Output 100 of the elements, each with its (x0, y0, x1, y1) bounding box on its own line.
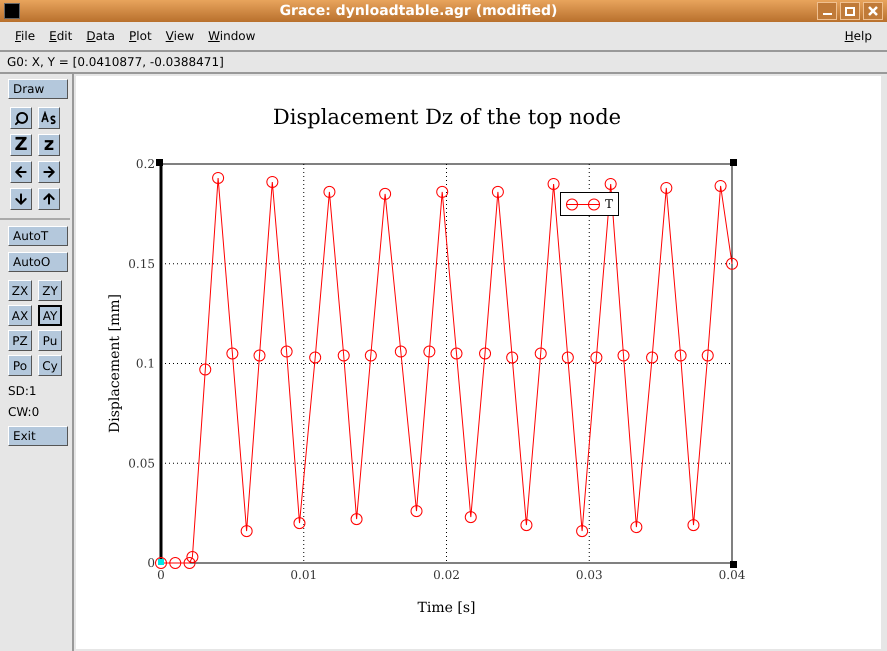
app-icon (4, 3, 20, 19)
point (520, 519, 532, 532)
origin-marker (158, 559, 164, 565)
point (590, 352, 602, 364)
x-axis-label: Time [s] (418, 600, 476, 616)
x-tick-label: 0.04 (718, 568, 746, 582)
y-tick-label: 0.15 (128, 256, 155, 271)
point (240, 525, 253, 538)
menu-item[interactable]: Help (838, 25, 879, 47)
x-tick-label: 0.02 (433, 568, 460, 582)
axis-button[interactable]: Po (8, 355, 32, 376)
menu-item[interactable]: Edit (42, 25, 80, 47)
point (726, 258, 738, 270)
point (646, 352, 658, 364)
axis-button[interactable]: PZ (8, 330, 32, 351)
magnifier-button[interactable] (10, 107, 32, 129)
autoscale-text-button[interactable]: AutoT (8, 226, 68, 246)
point (479, 348, 492, 360)
selection-handle[interactable] (730, 561, 737, 568)
point (155, 557, 167, 569)
zoom-button[interactable]: Z (10, 134, 32, 156)
close-icon (868, 6, 878, 16)
legend-symbol-icon (565, 198, 601, 210)
autoscale-text-button[interactable]: AutoO (8, 252, 68, 272)
point (338, 350, 350, 362)
zoom-button[interactable]: z (38, 134, 60, 156)
locator-readout: G0: X, Y = [0.0410877, -0.0388471] (0, 52, 887, 74)
point (169, 557, 182, 569)
y-tick-label: 0 (147, 556, 155, 570)
axis-button[interactable]: Cy (38, 355, 62, 376)
axis-button[interactable]: ZX (8, 280, 32, 301)
x-tick-label: 0.03 (576, 568, 603, 582)
point (618, 350, 630, 362)
selection-handle[interactable] (156, 159, 163, 166)
arrow-right-icon (41, 164, 57, 180)
legend-label: T (605, 198, 614, 210)
window-title: Grace: dynloadtable.agr (modified) (278, 2, 558, 20)
point (464, 511, 477, 524)
point (702, 350, 714, 362)
arrow-left-icon (13, 164, 29, 180)
autoscale-button[interactable] (38, 107, 60, 129)
magnifier-icon (14, 110, 28, 126)
point (199, 363, 212, 376)
point (266, 176, 278, 188)
point (562, 352, 574, 364)
axis-button[interactable]: AY (38, 305, 62, 326)
point (253, 350, 266, 362)
down-button[interactable] (10, 188, 32, 210)
x-tick-label: 0 (157, 568, 165, 582)
point (350, 513, 363, 526)
chart-title: Displacement Dz of the top node (272, 105, 622, 129)
right-button[interactable] (38, 161, 60, 183)
point (293, 517, 306, 530)
point (410, 505, 423, 518)
point (492, 186, 504, 198)
autoscale-icon (41, 111, 57, 125)
point (660, 182, 672, 194)
point (576, 525, 588, 538)
axis-button[interactable]: AX (8, 305, 32, 326)
y-tick-label: 0.2 (136, 157, 155, 171)
menu-item[interactable]: View (158, 25, 202, 47)
maximize-button[interactable] (840, 2, 860, 20)
axis-button[interactable]: ZY (38, 280, 62, 301)
point (184, 557, 196, 569)
y-tick-label: 0.1 (136, 356, 155, 370)
draw-button[interactable]: Draw (8, 79, 68, 99)
point (506, 352, 518, 364)
up-button[interactable] (38, 188, 60, 210)
point (450, 348, 462, 360)
menu-item[interactable]: Data (79, 25, 122, 47)
point (604, 178, 617, 190)
point (674, 350, 687, 362)
point (630, 521, 642, 534)
point (226, 348, 238, 360)
point (323, 186, 336, 198)
left-button[interactable] (10, 161, 32, 183)
point (379, 188, 392, 200)
y-tick-label: 0.05 (128, 456, 155, 470)
point (186, 551, 198, 564)
status-info: SD:1 (8, 383, 38, 400)
selection-handle[interactable] (730, 159, 737, 166)
point (364, 350, 377, 362)
close-button[interactable] (863, 2, 883, 20)
point (394, 346, 407, 358)
status-info: CW:0 (8, 404, 40, 421)
point (548, 178, 560, 190)
exit-button[interactable]: Exit (8, 426, 68, 446)
axis-button[interactable]: Pu (38, 330, 62, 351)
minimize-button[interactable] (817, 2, 837, 20)
point (714, 180, 727, 192)
point (423, 346, 436, 358)
menu-item[interactable]: Window (201, 25, 262, 47)
menu-item[interactable]: Plot (122, 25, 159, 47)
point (212, 172, 224, 184)
point (436, 186, 448, 198)
x-tick-label: 0.01 (290, 568, 318, 582)
point (534, 348, 547, 360)
point (280, 346, 293, 358)
point (309, 352, 322, 364)
menu-item[interactable]: File (8, 25, 42, 47)
